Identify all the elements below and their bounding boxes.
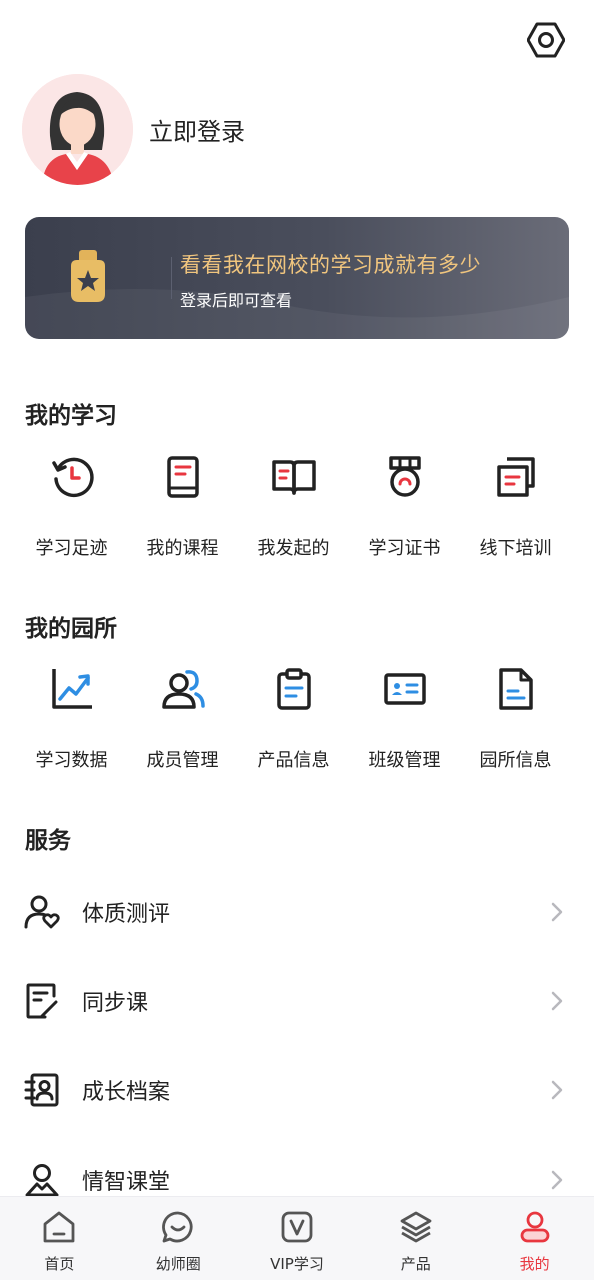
banner-title: 看看我在网校的学习成就有多少 bbox=[180, 253, 481, 277]
bottom-tab-bar: 首页 幼师圈 VIP学习 产品 我的 bbox=[0, 1196, 594, 1280]
profile-login[interactable]: 立即登录 bbox=[22, 74, 245, 185]
grid-label: 我的课程 bbox=[146, 538, 219, 559]
grid-label: 学习数据 bbox=[35, 750, 108, 771]
grid-label: 学习足迹 bbox=[35, 538, 108, 559]
copy-documents-icon bbox=[496, 457, 535, 497]
service-row-growth-archive[interactable]: 成长档案 bbox=[0, 1060, 594, 1120]
file-icon bbox=[498, 668, 533, 710]
open-book-icon bbox=[271, 460, 316, 495]
grid-label: 我发起的 bbox=[257, 538, 330, 559]
grid-item-offline-training[interactable]: 线下培训 bbox=[460, 454, 571, 560]
tab-label: 幼师圈 bbox=[155, 1255, 201, 1273]
trend-chart-icon bbox=[51, 669, 92, 709]
grid-item-member-management[interactable]: 成员管理 bbox=[127, 666, 238, 772]
grid-label: 产品信息 bbox=[257, 750, 330, 771]
history-clock-icon bbox=[51, 457, 94, 498]
banner-divider bbox=[171, 257, 172, 299]
chevron-right-icon bbox=[551, 1170, 563, 1190]
grid-label: 班级管理 bbox=[368, 750, 441, 771]
id-card-icon bbox=[383, 673, 426, 705]
grid-label: 园所信息 bbox=[479, 750, 552, 771]
tab-vip-study[interactable]: VIP学习 bbox=[238, 1197, 357, 1280]
grid-item-study-history[interactable]: 学习足迹 bbox=[16, 454, 127, 560]
grid-item-class-management[interactable]: 班级管理 bbox=[349, 666, 460, 772]
my-kindergarten-grid: 学习数据 成员管理 产品信息 班级管理 园所信息 bbox=[16, 666, 571, 772]
service-row-physical-assessment[interactable]: 体质测评 bbox=[0, 882, 594, 942]
grid-item-my-courses[interactable]: 我的课程 bbox=[127, 454, 238, 560]
chevron-right-icon bbox=[551, 1080, 563, 1100]
tab-label: 产品 bbox=[400, 1255, 431, 1273]
settings-button[interactable] bbox=[526, 20, 566, 60]
home-icon bbox=[43, 1211, 75, 1243]
grid-item-kindergarten-info[interactable]: 园所信息 bbox=[460, 666, 571, 772]
my-study-grid: 学习足迹 我的课程 我发起的 学习证书 线下培训 bbox=[16, 454, 571, 560]
tab-label: 我的 bbox=[519, 1255, 550, 1273]
grid-item-study-data[interactable]: 学习数据 bbox=[16, 666, 127, 772]
service-row-sync-course[interactable]: 同步课 bbox=[0, 971, 594, 1031]
grid-item-product-info[interactable]: 产品信息 bbox=[238, 666, 349, 772]
service-label: 同步课 bbox=[82, 991, 149, 1016]
grid-label: 线下培训 bbox=[479, 538, 552, 559]
service-label: 成长档案 bbox=[82, 1080, 171, 1105]
service-label: 体质测评 bbox=[82, 902, 171, 927]
banner-subtitle: 登录后即可查看 bbox=[180, 291, 293, 310]
avatar[interactable] bbox=[22, 74, 133, 185]
section-title-my-study: 我的学习 bbox=[25, 403, 117, 429]
chevron-right-icon bbox=[551, 991, 563, 1011]
tab-mine[interactable]: 我的 bbox=[475, 1197, 594, 1280]
edit-document-icon bbox=[26, 983, 58, 1019]
tab-products[interactable]: 产品 bbox=[356, 1197, 475, 1280]
tab-teacher-circle[interactable]: 幼师圈 bbox=[119, 1197, 238, 1280]
login-link[interactable]: 立即登录 bbox=[149, 112, 245, 147]
grid-label: 学习证书 bbox=[368, 538, 441, 559]
grid-label: 成员管理 bbox=[146, 750, 219, 771]
profile-icon bbox=[520, 1211, 549, 1243]
book-icon bbox=[166, 456, 199, 498]
achievement-banner[interactable]: 看看我在网校的学习成就有多少 登录后即可查看 bbox=[25, 217, 569, 339]
tab-home[interactable]: 首页 bbox=[0, 1197, 119, 1280]
user-heart-icon bbox=[24, 895, 60, 929]
tab-label: 首页 bbox=[44, 1255, 75, 1273]
section-title-services: 服务 bbox=[25, 828, 71, 854]
tab-label: VIP学习 bbox=[270, 1255, 324, 1273]
grid-item-certificates[interactable]: 学习证书 bbox=[349, 454, 460, 560]
vip-icon bbox=[281, 1211, 313, 1243]
layers-icon bbox=[400, 1211, 432, 1243]
chevron-right-icon bbox=[551, 902, 563, 922]
members-icon bbox=[161, 670, 205, 709]
contact-book-icon bbox=[24, 1073, 59, 1107]
certificate-medal-icon bbox=[388, 456, 421, 497]
chat-bubble-icon bbox=[162, 1211, 193, 1243]
settings-hexagon-icon bbox=[527, 22, 565, 58]
user-avatar-icon bbox=[22, 74, 133, 185]
section-title-my-kindergarten: 我的园所 bbox=[25, 616, 117, 642]
service-label: 情智课堂 bbox=[82, 1170, 171, 1195]
grid-item-my-initiated[interactable]: 我发起的 bbox=[238, 454, 349, 560]
clipboard-icon bbox=[276, 668, 311, 710]
medal-icon bbox=[71, 250, 105, 302]
user-mountain-icon bbox=[25, 1164, 59, 1197]
